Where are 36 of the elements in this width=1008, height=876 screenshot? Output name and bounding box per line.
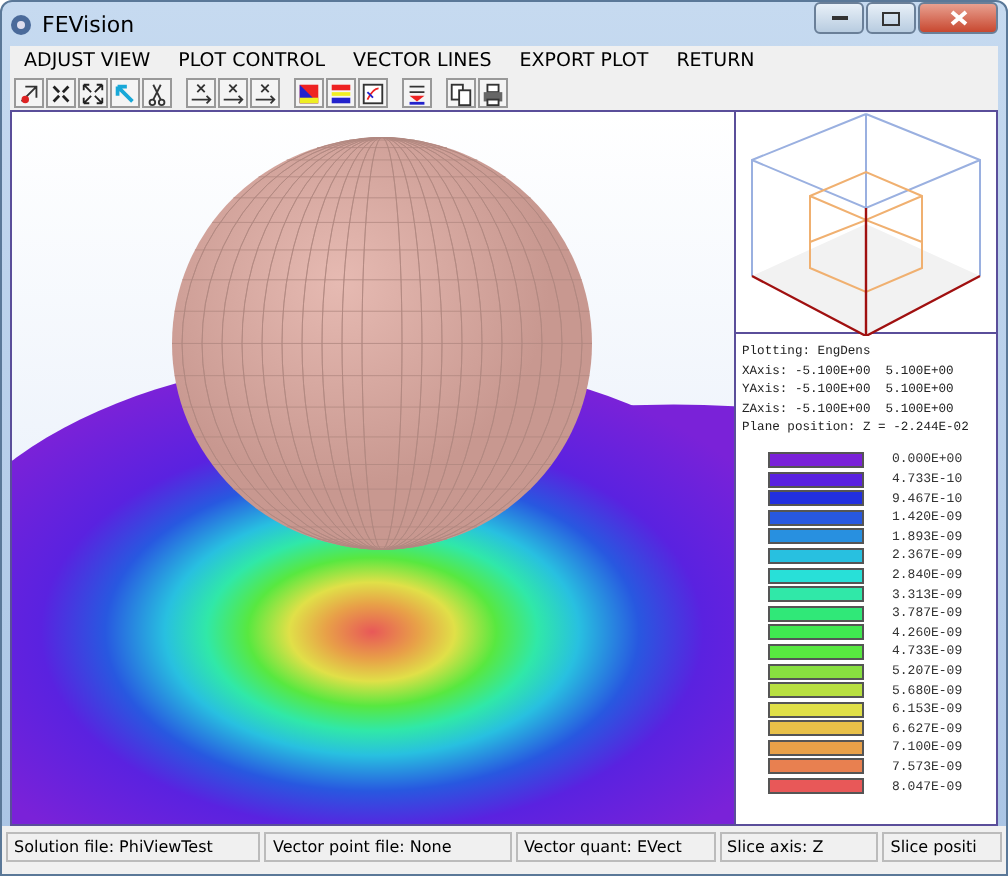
toolbar-button[interactable] <box>326 77 356 107</box>
close-button[interactable] <box>918 2 998 34</box>
menu-item[interactable]: VECTOR LINES <box>339 49 506 71</box>
close-icon <box>949 10 967 26</box>
menu-item[interactable]: RETURN <box>662 49 769 71</box>
toolbar-button[interactable] <box>46 77 76 107</box>
status-field: Solution file: PhiViewTest <box>6 832 261 862</box>
menu-item[interactable]: ADJUST VIEW <box>10 49 165 71</box>
toolbar-button[interactable] <box>358 77 388 107</box>
toolbar-button[interactable] <box>142 77 172 107</box>
toolbar-button[interactable] <box>186 77 216 107</box>
status-field: Slice positi <box>882 832 1002 862</box>
expand-icon <box>80 79 106 107</box>
window-title: FEVision <box>42 11 137 37</box>
toolbar-button[interactable] <box>294 77 324 107</box>
minimize-button[interactable] <box>814 2 864 34</box>
toolbar-button[interactable] <box>446 77 476 107</box>
app-logo-icon <box>10 13 32 35</box>
maximize-button[interactable] <box>866 2 916 34</box>
minimize-icon <box>831 15 847 21</box>
stripes-icon <box>328 79 354 107</box>
status-field: Vector point file: None <box>264 832 512 862</box>
printer-icon <box>480 79 506 107</box>
status-field: Vector quant: EVect <box>515 832 716 862</box>
color-fill-icon <box>296 79 322 107</box>
copy-icon <box>448 79 474 107</box>
status-field: Slice axis: Z <box>719 832 879 862</box>
menu-item[interactable]: EXPORT PLOT <box>505 49 663 71</box>
menu-item[interactable]: PLOT CONTROL <box>164 49 339 71</box>
toolbar-button[interactable] <box>478 77 508 107</box>
maximize-icon <box>882 11 900 25</box>
toolbar-button[interactable] <box>78 77 108 107</box>
pointer-icon <box>112 79 138 107</box>
contour-icon <box>360 79 386 107</box>
scissors-icon <box>144 79 170 107</box>
x-axis-icon <box>188 79 214 107</box>
